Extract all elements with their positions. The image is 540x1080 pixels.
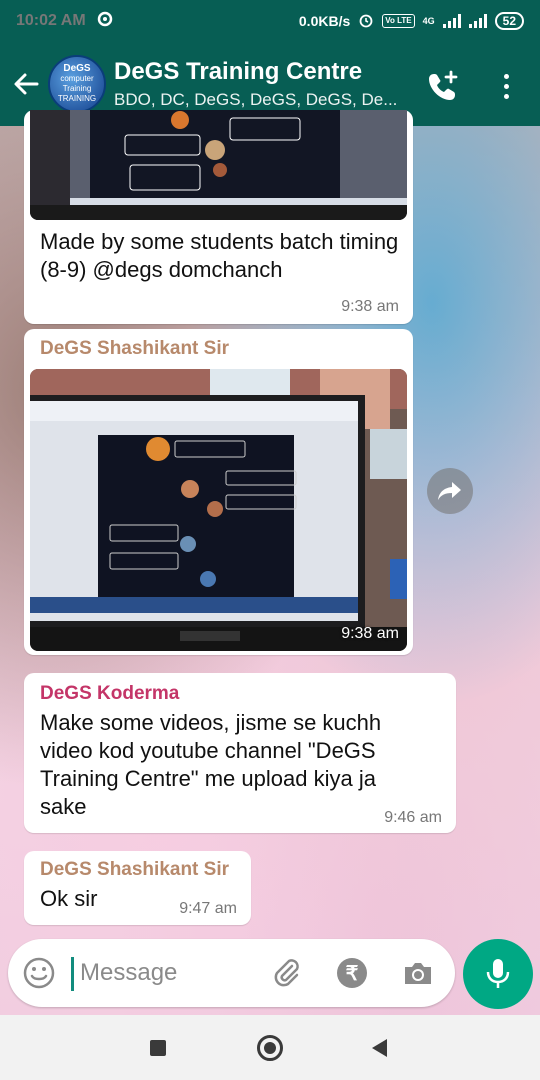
forward-button[interactable] xyxy=(427,468,473,514)
more-vertical-icon xyxy=(503,73,509,79)
system-nav-bar xyxy=(0,1015,540,1080)
photo-thumbnail-icon xyxy=(30,369,407,651)
add-call-button[interactable] xyxy=(425,68,461,104)
message-bubble[interactable]: DeGS Shashikant Sir Ok sir 9:47 am xyxy=(24,851,251,925)
status-time: 10:02 AM xyxy=(16,12,86,29)
message-time: 9:47 am xyxy=(179,900,237,917)
home-icon[interactable] xyxy=(257,1035,283,1061)
more-options-button[interactable] xyxy=(494,66,518,106)
text-cursor xyxy=(71,957,74,991)
sender-name: DeGS Koderma xyxy=(40,683,180,704)
volte-icon: Vo LTE xyxy=(382,14,415,28)
mic-icon xyxy=(486,959,510,988)
add-call-icon xyxy=(429,70,458,100)
message-image[interactable] xyxy=(30,110,407,220)
attach-icon xyxy=(274,959,299,987)
status-bar: 10:02 AM 0.0KB/s Vo LTE 4G 52 xyxy=(0,0,540,42)
back-nav-icon[interactable] xyxy=(372,1039,387,1057)
payment-button[interactable]: ₹ xyxy=(337,958,367,988)
message-bubble[interactable]: Made by some students batch timing (8-9)… xyxy=(24,110,413,324)
compose-bar: ₹ xyxy=(8,939,455,1007)
message-text: Ok sir xyxy=(40,886,98,911)
forward-icon xyxy=(438,482,461,500)
message-time: 9:38 am xyxy=(341,625,399,642)
message-image[interactable]: 9:38 am xyxy=(30,369,407,651)
signal-icon xyxy=(442,14,461,28)
arrow-left-icon xyxy=(14,73,39,95)
photo-thumbnail-icon xyxy=(30,110,407,220)
group-members: BDO, DC, DeGS, DeGS, DeGS, De... xyxy=(114,90,398,109)
message-text: Make some videos, jisme se kuchh video k… xyxy=(40,710,382,819)
emoji-icon xyxy=(23,957,55,989)
message-caption: Made by some students batch timing (8-9)… xyxy=(40,229,399,282)
group-avatar[interactable]: DeGS computer Training TRAINING xyxy=(48,55,106,113)
sync-icon xyxy=(96,10,114,32)
emoji-button[interactable] xyxy=(22,956,56,990)
rupee-icon: ₹ xyxy=(345,962,359,985)
camera-button[interactable] xyxy=(401,956,435,990)
alarm-icon xyxy=(358,12,374,31)
sender-name: DeGS Shashikant Sir xyxy=(40,338,230,359)
network-type: 4G xyxy=(422,16,435,26)
message-bubble[interactable]: DeGS Koderma Make some videos, jisme se … xyxy=(24,673,456,833)
chat-title-area[interactable]: DeGS Training Centre BDO, DC, DeGS, DeGS… xyxy=(114,58,414,110)
net-speed: 0.0KB/s xyxy=(298,13,351,29)
message-bubble[interactable]: DeGS Shashikant Sir 9:38 am xyxy=(24,329,413,655)
camera-icon xyxy=(405,963,431,984)
voice-message-button[interactable] xyxy=(463,939,533,1009)
sender-name: DeGS Shashikant Sir xyxy=(40,859,230,880)
message-input[interactable] xyxy=(80,953,260,993)
message-time: 9:38 am xyxy=(341,298,399,315)
signal-icon-2 xyxy=(468,14,487,28)
group-name: DeGS Training Centre xyxy=(114,58,363,85)
attach-button[interactable] xyxy=(270,956,304,990)
message-time: 9:46 am xyxy=(384,809,442,826)
recents-icon[interactable] xyxy=(150,1040,166,1056)
back-button[interactable] xyxy=(6,64,46,104)
battery-indicator: 52 xyxy=(494,12,524,30)
